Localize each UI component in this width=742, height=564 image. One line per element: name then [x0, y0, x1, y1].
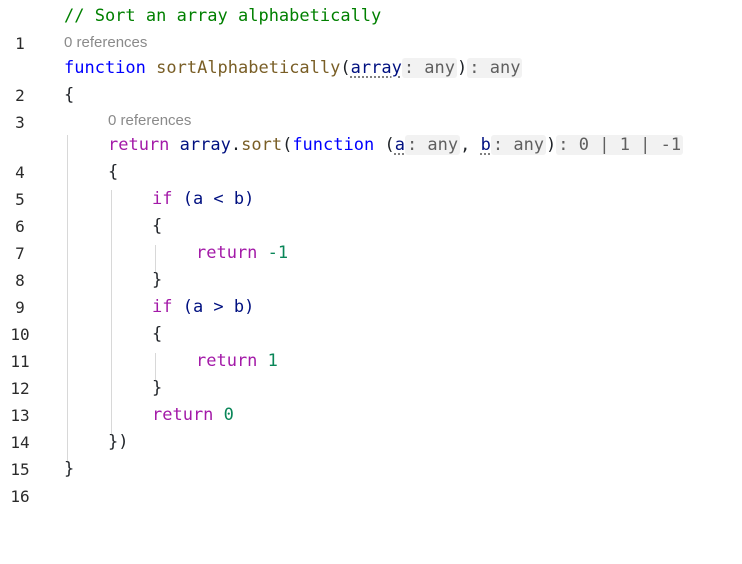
keyword: function [292, 135, 375, 155]
keyword: return [108, 135, 170, 155]
code-line-2[interactable]: 2 function sortAlphabetically(array: any… [0, 55, 742, 105]
brace: { [152, 216, 163, 236]
type-hint: : any [401, 58, 457, 78]
code-line-11[interactable]: 11 { [0, 321, 742, 371]
code-line-5[interactable]: 5 { [0, 159, 742, 209]
brace: } [64, 459, 75, 479]
punctuation: . [230, 135, 242, 155]
code-editor[interactable]: 1 // Sort an array alphabetically 0 refe… [0, 0, 742, 506]
brace: { [152, 324, 163, 344]
type-hint: : any [490, 135, 547, 155]
keyword: return [196, 243, 258, 263]
identifier: array [179, 135, 231, 155]
number-literal: 0 [223, 405, 234, 425]
code-line-1[interactable]: 1 // Sort an array alphabetically [0, 3, 742, 53]
parameter: array [350, 58, 402, 78]
brace: } [152, 378, 163, 398]
code-line-13[interactable]: 13 } [0, 375, 742, 425]
code-line-8[interactable]: 8 return -1 [0, 240, 742, 290]
code-line-7[interactable]: 7 { [0, 213, 742, 263]
codelens-references[interactable]: 0 references [108, 110, 191, 132]
code-line-3[interactable]: 3 { [0, 82, 742, 132]
code-line-10[interactable]: 10 if (a > b) [0, 294, 742, 344]
keyword: function [64, 58, 146, 78]
code-line-12[interactable]: 12 return 1 [0, 348, 742, 398]
code-line-9[interactable]: 9 } [0, 267, 742, 317]
function-name: sortAlphabetically [156, 58, 341, 78]
punctuation: ( [374, 135, 395, 155]
comment: // Sort an array alphabetically [64, 6, 382, 26]
code-line-14[interactable]: 14 return 0 [0, 402, 742, 452]
line-number: 1 [15, 34, 25, 53]
brace: { [108, 162, 119, 182]
brace: } [152, 270, 163, 290]
keyword: return [152, 405, 214, 425]
brace: { [64, 85, 75, 105]
return-type-hint: : any [467, 58, 523, 78]
parameter: a [394, 135, 405, 155]
keyword: return [196, 351, 258, 371]
punctuation: , [460, 135, 481, 155]
condition: (a > b) [172, 297, 255, 317]
brace: }) [108, 432, 129, 452]
number-literal: -1 [267, 243, 289, 263]
codelens-references[interactable]: 0 references [64, 32, 147, 54]
code-line-16[interactable]: 16 } [0, 456, 742, 506]
number-literal: 1 [267, 351, 278, 371]
punctuation: ( [282, 135, 293, 155]
code-line-4[interactable]: 4 return array.sort(function (a: any, b:… [0, 132, 742, 182]
method-name: sort [241, 135, 283, 155]
keyword: if [152, 189, 173, 209]
punctuation: ) [457, 58, 468, 78]
punctuation: ( [340, 58, 351, 78]
parameter: b [480, 135, 491, 155]
condition: (a < b) [172, 189, 255, 209]
punctuation: ) [546, 135, 557, 155]
return-type-hint: : 0 | 1 | -1 [556, 135, 684, 155]
type-hint: : any [404, 135, 461, 155]
code-line-15[interactable]: 15 }) [0, 429, 742, 479]
keyword: if [152, 297, 173, 317]
line-number: 16 [10, 487, 30, 506]
code-line-6[interactable]: 6 if (a < b) [0, 186, 742, 236]
